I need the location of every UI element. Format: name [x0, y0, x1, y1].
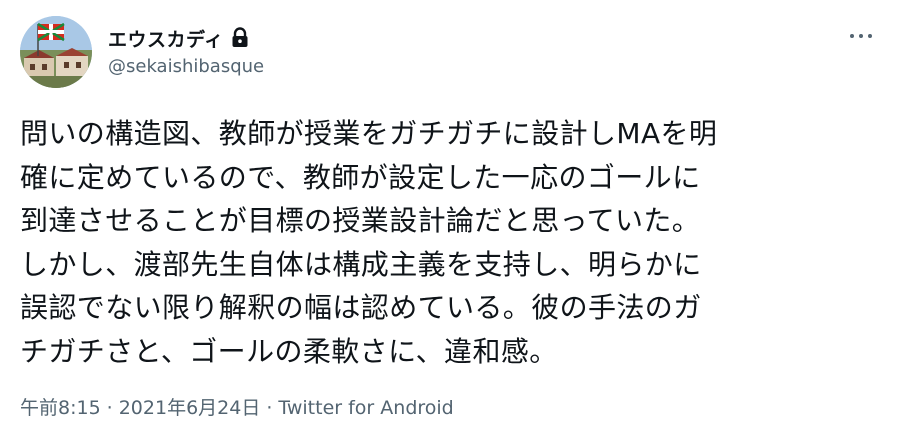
more-dot [859, 34, 863, 38]
more-dot [850, 34, 854, 38]
tweet-source[interactable]: Twitter for Android [278, 397, 453, 419]
meta-separator: · [106, 397, 113, 419]
tweet-time: 午前8:15 [20, 397, 101, 419]
tweet-date: 2021年6月24日 [118, 397, 261, 419]
display-name-row: エウスカディ [108, 24, 264, 52]
avatar-photo [20, 16, 92, 88]
tweet-line: 誤認でない限り解釈の幅は認めている。彼の手法のガ [20, 291, 702, 324]
tweet-line: 問いの構造図、教師が授業をガチガチに設計しMAを明 [20, 117, 718, 150]
tweet-metadata: 午前8:15 · 2021年6月24日 · Twitter for Android [20, 393, 454, 420]
tweet-card: エウスカディ @sekaishibasque 問いの構造図、教師が授業をガチガチ… [0, 0, 916, 428]
tweet-line: 確に定めているので、教師が設定した一応のゴールに [20, 160, 701, 194]
avatar[interactable] [20, 16, 92, 88]
tweet-line: チガチさと、ゴールの柔軟さに、違和感。 [20, 334, 558, 368]
user-handle[interactable]: @sekaishibasque [108, 56, 264, 77]
lock-icon [230, 27, 250, 49]
display-name[interactable]: エウスカディ [108, 25, 224, 52]
tweet-timestamp[interactable]: 午前8:15 · 2021年6月24日 [20, 397, 260, 419]
meta-separator: · [266, 397, 273, 419]
tweet-line: しかし、渡部先生自体は構成主義を支持し、明らかに [20, 247, 702, 281]
tweet-line: 到達させることが目標の授業設計論だと思っていた。 [20, 204, 701, 237]
user-info: エウスカディ @sekaishibasque [108, 24, 264, 77]
tweet-text: 問いの構造図、教師が授業をガチガチに設計しMAを明 確に定めているので、教師が設… [20, 112, 900, 373]
more-horizontal-icon[interactable] [850, 26, 872, 46]
more-dot [868, 34, 872, 38]
